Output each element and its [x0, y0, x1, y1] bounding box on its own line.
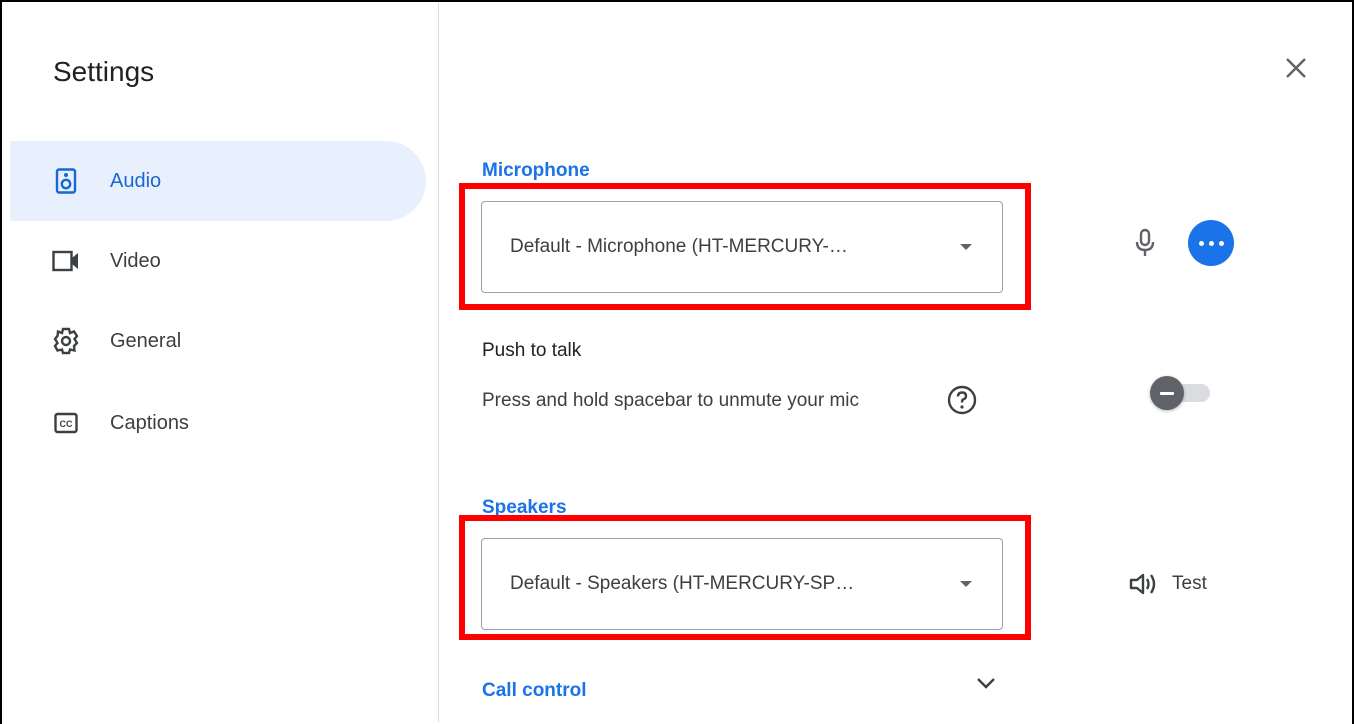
- push-to-talk-toggle[interactable]: [1150, 376, 1214, 410]
- sidebar-item-label: Audio: [110, 169, 162, 192]
- chevron-down-icon[interactable]: [972, 670, 1000, 698]
- highlight-box-microphone: [459, 183, 1031, 310]
- dialog-title: Settings: [53, 56, 155, 87]
- closed-captions-icon: CC: [52, 409, 80, 437]
- test-speakers-button[interactable]: Test: [1128, 567, 1207, 601]
- sidebar-divider: [438, 2, 439, 722]
- close-button[interactable]: [1278, 50, 1314, 86]
- more-dots-icon: [1198, 240, 1204, 246]
- push-to-talk-title: Push to talk: [482, 340, 582, 361]
- push-to-talk-description: Press and hold spacebar to unmute your m…: [482, 390, 860, 411]
- speaker-icon: [1129, 573, 1156, 595]
- speaker-box-icon: [52, 167, 80, 195]
- highlight-box-speakers: [459, 515, 1031, 640]
- sidebar-item-label: Captions: [110, 411, 189, 434]
- gear-icon: [52, 327, 80, 355]
- help-icon[interactable]: [946, 384, 978, 416]
- more-options-button[interactable]: [1188, 220, 1234, 266]
- sidebar-item-audio[interactable]: Audio: [10, 141, 426, 221]
- sidebar-item-video[interactable]: Video: [10, 221, 426, 301]
- close-icon: [1286, 58, 1306, 78]
- toggle-thumb: [1150, 376, 1184, 410]
- sidebar-item-label: General: [110, 329, 182, 352]
- microphone-section-title: Microphone: [482, 160, 590, 181]
- sidebar-item-label: Video: [110, 249, 161, 272]
- svg-text:CC: CC: [60, 419, 73, 429]
- sidebar-item-captions[interactable]: CC Captions: [10, 383, 426, 463]
- microphone-icon: [1130, 228, 1160, 258]
- test-label: Test: [1172, 573, 1207, 594]
- video-camera-icon: [52, 247, 80, 275]
- call-control-section-title[interactable]: Call control: [482, 680, 587, 702]
- sidebar-item-general[interactable]: General: [10, 301, 426, 381]
